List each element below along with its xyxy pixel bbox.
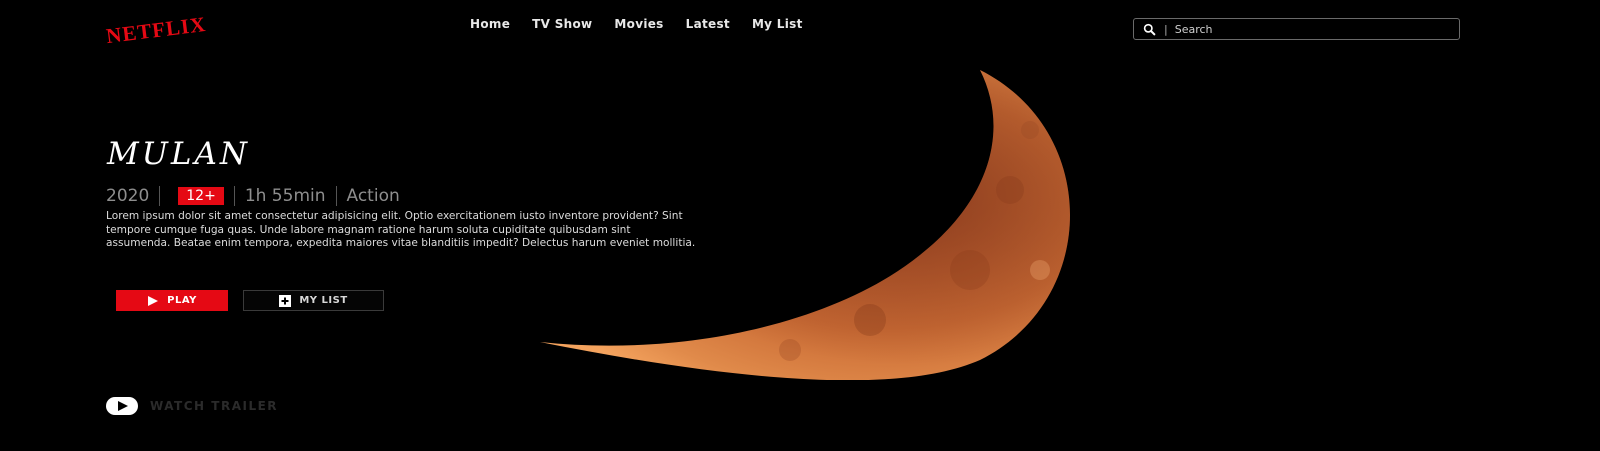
meta-divider (335, 186, 337, 206)
page: NETFLIX Home TV Show Movies Latest My Li… (0, 0, 1600, 451)
movie-duration: 1h 55min (244, 186, 326, 206)
netflix-logo[interactable]: NETFLIX (105, 12, 208, 49)
search-separator: | (1164, 22, 1168, 36)
movie-meta: 2020 12+ 1h 55min Action (106, 186, 400, 206)
nav-home[interactable]: Home (470, 17, 510, 31)
search-icon[interactable] (1143, 23, 1156, 36)
movie-title: MULAN (107, 136, 250, 172)
main-nav: Home TV Show Movies Latest My List (470, 17, 803, 31)
meta-divider (159, 186, 161, 206)
play-button-label: PLAY (167, 295, 197, 306)
play-circle-icon (106, 397, 138, 415)
search-input[interactable] (1174, 22, 1425, 36)
movie-description: Lorem ipsum dolor sit amet consectetur a… (106, 210, 696, 249)
play-button[interactable]: PLAY (116, 290, 228, 311)
nav-tv-show[interactable]: TV Show (532, 17, 592, 31)
nav-latest[interactable]: Latest (686, 17, 730, 31)
watch-trailer-label: WATCH TRAILER (150, 399, 279, 413)
age-rating-badge: 12+ (178, 187, 224, 205)
search-box[interactable]: | (1133, 18, 1460, 40)
nav-movies[interactable]: Movies (614, 17, 663, 31)
my-list-button[interactable]: MY LIST (243, 290, 384, 311)
meta-divider (233, 186, 235, 206)
watch-trailer-button[interactable]: WATCH TRAILER (106, 397, 278, 415)
plus-square-icon (279, 294, 292, 307)
movie-genre: Action (346, 186, 400, 206)
my-list-button-label: MY LIST (299, 295, 348, 306)
play-icon (148, 295, 159, 306)
nav-my-list[interactable]: My List (752, 17, 803, 31)
movie-year: 2020 (106, 186, 150, 206)
